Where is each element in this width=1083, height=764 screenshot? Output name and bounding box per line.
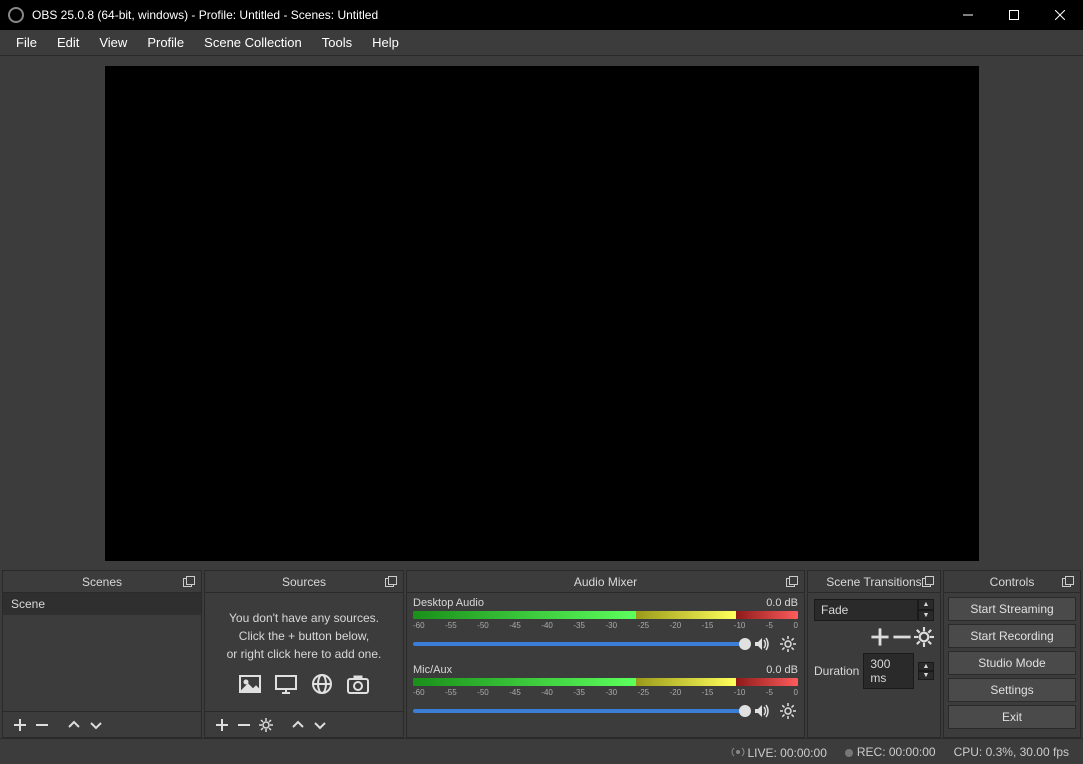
record-dot-icon [845, 749, 853, 757]
transitions-title: Scene Transitions [826, 575, 921, 589]
close-button[interactable] [1037, 0, 1083, 30]
volume-slider[interactable] [413, 642, 746, 646]
menu-profile[interactable]: Profile [137, 32, 194, 53]
sources-empty-line2: Click the + button below, [215, 627, 393, 645]
cpu-status: CPU: 0.3%, 30.00 fps [954, 745, 1069, 759]
sources-header: Sources [205, 571, 403, 593]
sources-title: Sources [282, 575, 326, 589]
scenes-popout-icon[interactable] [181, 574, 197, 590]
move-scene-up-button[interactable] [63, 714, 85, 736]
scenes-dock: Scenes Scene [2, 570, 202, 738]
meter-ticks: -60-55-50-45-40-35-30-25-20-15-10-50 [413, 688, 798, 697]
source-properties-button[interactable] [255, 714, 277, 736]
menu-edit[interactable]: Edit [47, 32, 89, 53]
volume-slider[interactable] [413, 709, 746, 713]
add-scene-button[interactable] [9, 714, 31, 736]
image-source-icon [235, 671, 265, 697]
sources-toolbar [205, 711, 403, 737]
titlebar: OBS 25.0.8 (64-bit, windows) - Profile: … [0, 0, 1083, 30]
duration-field[interactable]: 300 ms [863, 653, 914, 689]
controls-dock: Controls Start Streaming Start Recording… [943, 570, 1081, 738]
display-source-icon [271, 671, 301, 697]
controls-title: Controls [990, 575, 1035, 589]
meter-ticks: -60-55-50-45-40-35-30-25-20-15-10-50 [413, 621, 798, 630]
browser-source-icon [307, 671, 337, 697]
preview-area [0, 56, 1083, 570]
controls-popout-icon[interactable] [1060, 574, 1076, 590]
transitions-dock: Scene Transitions Fade ▲▼ Duration 300 m… [807, 570, 941, 738]
exit-button[interactable]: Exit [948, 705, 1076, 729]
mixer-popout-icon[interactable] [784, 574, 800, 590]
move-source-up-button[interactable] [287, 714, 309, 736]
menu-help[interactable]: Help [362, 32, 409, 53]
sources-popout-icon[interactable] [383, 574, 399, 590]
start-streaming-button[interactable]: Start Streaming [948, 597, 1076, 621]
mixer-header: Audio Mixer [407, 571, 804, 593]
speaker-icon[interactable] [752, 701, 772, 721]
preview-canvas[interactable] [105, 66, 979, 561]
obs-logo-icon [8, 7, 24, 23]
broadcast-icon [731, 746, 747, 760]
scenes-header: Scenes [3, 571, 201, 593]
menu-view[interactable]: View [89, 32, 137, 53]
duration-label: Duration [814, 664, 859, 678]
status-bar: LIVE: 00:00:00 REC: 00:00:00 CPU: 0.3%, … [0, 738, 1083, 764]
controls-body: Start Streaming Start Recording Studio M… [944, 593, 1080, 737]
remove-transition-button[interactable] [892, 627, 912, 647]
duration-spinner[interactable]: ▲▼ [918, 662, 934, 680]
channel-db: 0.0 dB [766, 664, 798, 676]
channel-name: Mic/Aux [413, 664, 452, 676]
window-title: OBS 25.0.8 (64-bit, windows) - Profile: … [32, 8, 945, 22]
scenes-toolbar [3, 711, 201, 737]
settings-button[interactable]: Settings [948, 678, 1076, 702]
live-status: LIVE: 00:00:00 [731, 743, 826, 760]
gear-icon[interactable] [778, 701, 798, 721]
channel-meter [413, 611, 798, 619]
channel-meter [413, 678, 798, 686]
remove-source-button[interactable] [233, 714, 255, 736]
transitions-header: Scene Transitions [808, 571, 940, 593]
add-transition-button[interactable] [870, 627, 890, 647]
mixer-channel-desktop-audio: Desktop Audio 0.0 dB -60-55-50-45-40-35-… [413, 597, 798, 654]
transitions-body: Fade ▲▼ Duration 300 ms ▲▼ [808, 593, 940, 737]
remove-scene-button[interactable] [31, 714, 53, 736]
sources-list[interactable]: You don't have any sources. Click the + … [205, 593, 403, 711]
gear-icon[interactable] [778, 634, 798, 654]
move-scene-down-button[interactable] [85, 714, 107, 736]
transition-select[interactable]: Fade [814, 599, 918, 621]
mixer-body: Desktop Audio 0.0 dB -60-55-50-45-40-35-… [407, 593, 804, 737]
camera-source-icon [343, 671, 373, 697]
scene-item[interactable]: Scene [3, 593, 201, 615]
studio-mode-button[interactable]: Studio Mode [948, 651, 1076, 675]
menu-scene-collection[interactable]: Scene Collection [194, 32, 312, 53]
audio-mixer-dock: Audio Mixer Desktop Audio 0.0 dB -60-55-… [406, 570, 805, 738]
sources-empty-line3: or right click here to add one. [215, 645, 393, 663]
menubar: File Edit View Profile Scene Collection … [0, 30, 1083, 56]
sources-empty-message: You don't have any sources. Click the + … [205, 593, 403, 703]
mixer-channel-mic-aux: Mic/Aux 0.0 dB -60-55-50-45-40-35-30-25-… [413, 664, 798, 721]
scenes-title: Scenes [82, 575, 122, 589]
move-source-down-button[interactable] [309, 714, 331, 736]
add-source-button[interactable] [211, 714, 233, 736]
channel-name: Desktop Audio [413, 597, 484, 609]
docks-row: Scenes Scene Sources You don't have any … [0, 570, 1083, 738]
rec-status: REC: 00:00:00 [845, 745, 936, 759]
transitions-popout-icon[interactable] [920, 574, 936, 590]
minimize-button[interactable] [945, 0, 991, 30]
channel-db: 0.0 dB [766, 597, 798, 609]
mixer-title: Audio Mixer [574, 575, 637, 589]
start-recording-button[interactable]: Start Recording [948, 624, 1076, 648]
menu-tools[interactable]: Tools [312, 32, 362, 53]
sources-empty-line1: You don't have any sources. [215, 609, 393, 627]
scenes-list[interactable]: Scene [3, 593, 201, 711]
transition-select-spinner[interactable]: ▲▼ [918, 599, 934, 621]
maximize-button[interactable] [991, 0, 1037, 30]
speaker-icon[interactable] [752, 634, 772, 654]
menu-file[interactable]: File [6, 32, 47, 53]
transition-properties-button[interactable] [914, 627, 934, 647]
controls-header: Controls [944, 571, 1080, 593]
sources-dock: Sources You don't have any sources. Clic… [204, 570, 404, 738]
